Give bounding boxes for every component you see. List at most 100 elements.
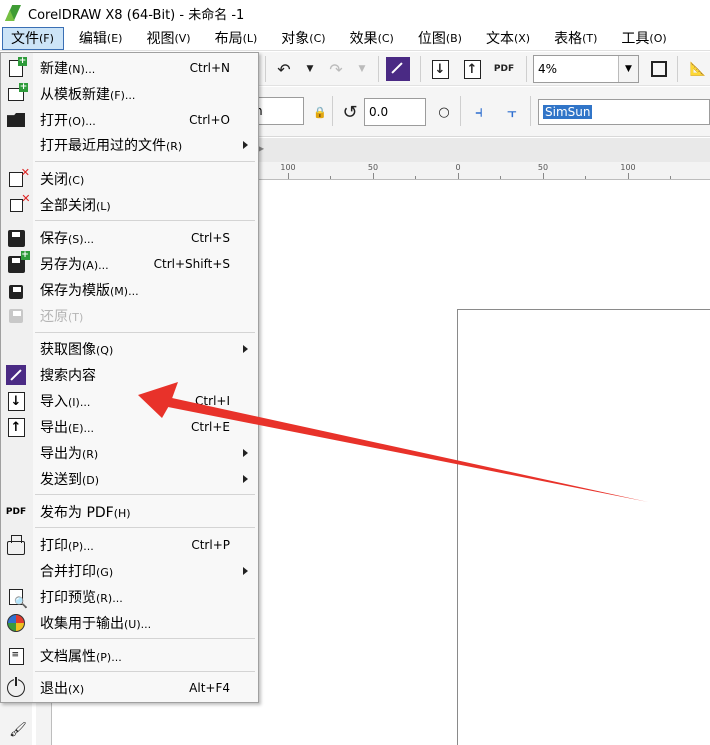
menu-item-search-content[interactable]: 搜索内容: [1, 363, 258, 387]
shortcut-label: Ctrl+O: [189, 113, 230, 127]
menu-effects[interactable]: 效果 (C): [342, 27, 403, 50]
menu-item-print-preview[interactable]: 🔍 打印预览(R)...: [1, 585, 258, 609]
menu-item-save-as[interactable]: + 另存为(A)... Ctrl+Shift+S: [1, 250, 258, 276]
menu-layout[interactable]: 布局 (L): [207, 27, 267, 50]
mirror-vertical-icon[interactable]: ⫟: [500, 100, 524, 124]
shortcut-label: Ctrl+N: [189, 61, 230, 75]
menu-item-import[interactable]: ↓ 导入(I)... Ctrl+I: [1, 389, 258, 413]
menu-item-open[interactable]: 打开(O)... Ctrl+O: [1, 108, 258, 132]
import-toolbar-icon[interactable]: ↓: [428, 57, 452, 81]
zoom-level-value: 4%: [538, 62, 558, 76]
tab-scroll-right-icon[interactable]: ▶: [258, 144, 268, 156]
fill-tool-icon[interactable]: 🖌: [6, 718, 30, 742]
menu-item-new-from-template[interactable]: + 从模板新建(F)...: [1, 82, 258, 106]
zoom-level-combo[interactable]: 4% ▼: [533, 55, 639, 83]
undo-dropdown-icon[interactable]: ▼: [298, 57, 322, 81]
submenu-arrow-icon: [243, 567, 248, 575]
menu-separator: [35, 220, 255, 221]
menu-item-exit[interactable]: 退出(X) Alt+F4: [1, 676, 258, 700]
ruler-tick: [670, 176, 671, 179]
menu-item-new[interactable]: + 新建(N)... Ctrl+N: [1, 56, 258, 80]
vertical-ruler: [36, 700, 52, 745]
page-border: [457, 309, 710, 745]
menu-item-print-merge[interactable]: 合并打印(G): [1, 559, 258, 583]
toolbar-separator: [460, 96, 461, 126]
rotation-angle-field[interactable]: 0.0: [364, 98, 426, 126]
menu-separator: [35, 494, 255, 495]
window-title: CorelDRAW X8 (64-Bit) - 未命名 -1: [28, 7, 245, 23]
menu-item-collect-for-output[interactable]: 收集用于输出(U)...: [1, 611, 258, 635]
menu-view[interactable]: 视图 (V): [138, 27, 199, 50]
menu-file[interactable]: 文件 (F): [2, 26, 64, 50]
export-toolbar-icon[interactable]: ↑: [460, 57, 484, 81]
shortcut-label: Ctrl+S: [190, 231, 230, 245]
menu-separator: [35, 527, 255, 528]
rotate-icon: ↺: [342, 101, 358, 123]
ruler-tick: [585, 176, 586, 179]
ruler-tick: [373, 173, 374, 179]
ruler-tick: [543, 173, 544, 179]
toolbar-separator: [526, 56, 527, 82]
new-document-icon: +: [5, 56, 27, 78]
toolbar-separator: [378, 56, 379, 82]
toolbar-separator: [530, 96, 531, 126]
shortcut-label: Ctrl+P: [191, 538, 230, 552]
document-tab-strip: [258, 138, 710, 162]
new-from-template-icon: +: [5, 82, 28, 104]
print-icon: [5, 535, 27, 555]
submenu-arrow-icon: [243, 449, 248, 457]
publish-pdf-toolbar-icon[interactable]: PDF: [492, 57, 516, 81]
save-as-icon: +: [5, 250, 30, 274]
ruler-label: 50: [367, 163, 379, 172]
close-all-icon: ✕: [5, 192, 31, 215]
ruler-label: 50: [537, 163, 549, 172]
menu-bitmaps[interactable]: 位图 (B): [410, 27, 471, 50]
menu-item-send-to[interactable]: 发送到(D): [1, 467, 258, 491]
redo-icon[interactable]: ↷: [324, 57, 348, 81]
ruler-tick: [500, 176, 501, 179]
menu-tools[interactable]: 工具 (O): [613, 27, 675, 50]
menu-item-save-as-template[interactable]: 保存为模版(M)...: [1, 278, 258, 302]
title-bar: CorelDRAW X8 (64-Bit) - 未命名 -1: [0, 0, 710, 26]
menu-object[interactable]: 对象 (C): [273, 27, 334, 50]
ruler-label: 0: [455, 163, 461, 172]
shortcut-label: Ctrl+I: [195, 394, 230, 408]
menu-table[interactable]: 表格 (T): [546, 27, 606, 50]
save-template-icon: [5, 280, 27, 300]
menu-item-publish-pdf[interactable]: PDF 发布为 PDF(H): [1, 500, 258, 524]
chevron-down-icon[interactable]: ▼: [618, 56, 638, 82]
menu-item-export-for[interactable]: 导出为(R): [1, 441, 258, 465]
submenu-arrow-icon: [243, 345, 248, 353]
menu-item-open-recent[interactable]: 打开最近用过的文件(R): [1, 133, 258, 157]
menu-item-close-all[interactable]: ✕ 全部关闭(L): [1, 192, 258, 217]
menu-item-revert[interactable]: 还原(T): [1, 304, 258, 328]
lock-icon[interactable]: 🔒: [308, 100, 332, 124]
search-content-toolbar-icon[interactable]: [386, 57, 410, 81]
menu-separator: [35, 638, 255, 639]
menu-item-export[interactable]: ↑ 导出(E)... Ctrl+E: [1, 415, 258, 439]
menu-text[interactable]: 文本 (X): [478, 27, 539, 50]
menu-edit[interactable]: 编辑 (E): [71, 27, 132, 50]
full-screen-icon[interactable]: [647, 57, 671, 81]
toolbar-separator: [420, 56, 421, 82]
redo-dropdown-icon[interactable]: ▼: [350, 57, 374, 81]
search-content-icon: [5, 365, 27, 385]
mirror-horizontal-icon[interactable]: ⫞: [467, 100, 491, 124]
exit-icon: [5, 677, 27, 698]
toolbar-separator: [332, 96, 333, 126]
rotation-center-icon[interactable]: ○: [432, 100, 456, 124]
menu-item-document-properties[interactable]: ≡ 文档属性(P)...: [1, 644, 258, 668]
pdf-icon: PDF: [5, 506, 27, 517]
coreldraw-logo-icon: [4, 4, 22, 22]
menu-item-print[interactable]: 打印(P)... Ctrl+P: [1, 533, 258, 557]
ruler-label: 100: [280, 163, 296, 172]
menu-item-acquire-image[interactable]: 获取图像(Q): [1, 337, 258, 361]
menu-item-close[interactable]: ✕ 关闭(C): [1, 166, 258, 191]
export-icon: ↑: [5, 417, 27, 437]
submenu-arrow-icon: [243, 475, 248, 483]
undo-icon[interactable]: ↶: [272, 57, 296, 81]
horizontal-ruler: 100 50 0 50 100: [258, 162, 710, 180]
menu-item-save[interactable]: 保存(S)... Ctrl+S: [1, 226, 258, 250]
rulers-icon[interactable]: 📐: [686, 57, 710, 81]
font-list-box[interactable]: SimSun: [538, 99, 710, 125]
